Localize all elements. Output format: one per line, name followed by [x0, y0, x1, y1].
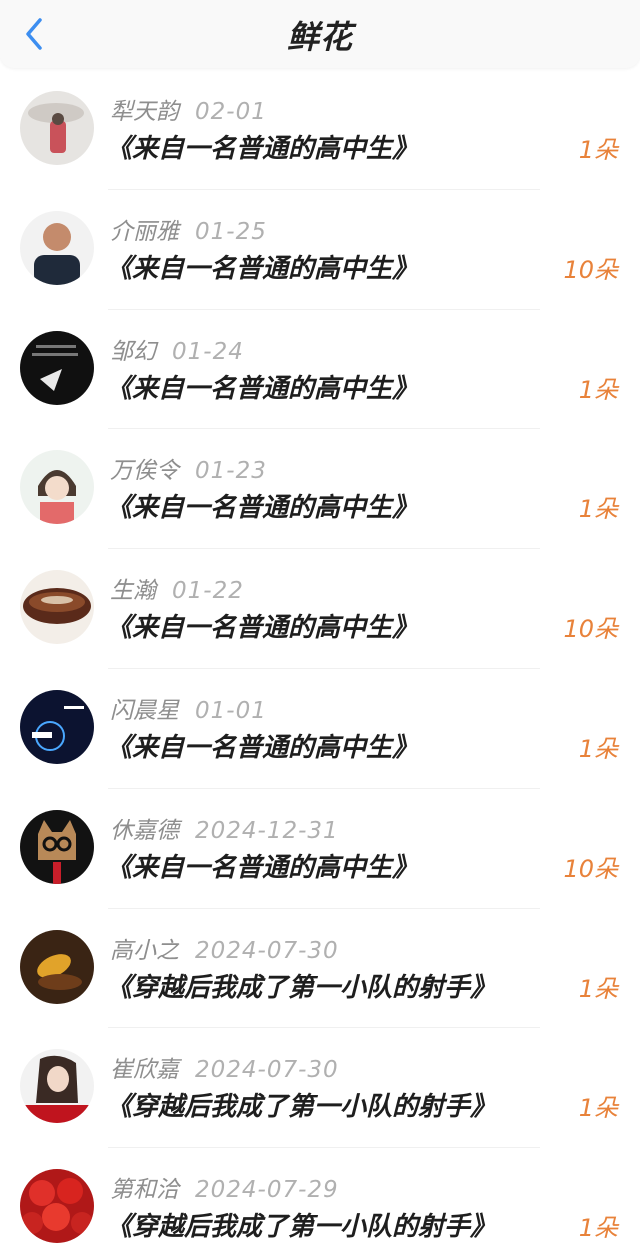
list-item[interactable]: 崔欣嘉 2024-07-30 《穿越后我成了第一小队的射手》 1朵	[0, 1028, 640, 1149]
flower-amount: 10朵	[563, 255, 618, 284]
user-name: 犁天韵	[110, 99, 179, 125]
list-item[interactable]: 闪晨星 01-01 《来自一名普通的高中生》 1朵	[0, 669, 640, 789]
list-item[interactable]: 邹幻 01-24 《来自一名普通的高中生》 1朵	[0, 310, 640, 430]
list-item[interactable]: 介丽雅 01-25 《来自一名普通的高中生》 10朵	[0, 190, 640, 310]
book-title: 《来自一名普通的高中生》	[106, 253, 419, 284]
book-title: 《穿越后我成了第一小队的射手》	[106, 1212, 497, 1243]
flower-amount: 1朵	[578, 136, 618, 164]
user-name: 崔欣嘉	[110, 1057, 179, 1084]
flower-amount: 10朵	[563, 854, 618, 883]
app-screen: 鲜花 犁天韵 02-01 《来自一名普通的高中生》 1朵 介丽雅 01-25 《…	[0, 0, 640, 1244]
book-title: 《穿越后我成了第一小队的射手》	[106, 972, 497, 1003]
avatar	[20, 450, 94, 525]
book-title: 《来自一名普通的高中生》	[106, 373, 419, 404]
avatar	[20, 689, 94, 764]
user-name: 高小之	[110, 937, 179, 964]
list-item[interactable]: 万俟令 01-23 《来自一名普通的高中生》 1朵	[0, 429, 640, 550]
date-text: 2024-07-30	[195, 937, 339, 964]
user-name: 闪晨星	[110, 697, 179, 724]
avatar	[20, 1169, 94, 1244]
avatar	[20, 570, 94, 645]
flower-amount: 1朵	[578, 734, 618, 763]
list-item[interactable]: 休嘉德 2024-12-31 《来自一名普通的高中生》 10朵	[0, 789, 640, 909]
book-title: 《来自一名普通的高中生》	[106, 613, 419, 644]
book-title: 《来自一名普通的高中生》	[106, 493, 419, 524]
page-title: 鲜花	[286, 18, 353, 56]
date-text: 02-01	[195, 99, 267, 125]
date-text: 01-23	[195, 458, 267, 485]
avatar	[20, 330, 94, 405]
date-text: 2024-07-30	[195, 1057, 339, 1084]
user-name: 生瀚	[110, 578, 156, 605]
list-item[interactable]: 生瀚 01-22 《来自一名普通的高中生》 10朵	[0, 549, 640, 669]
flower-amount: 1朵	[578, 1214, 618, 1243]
date-text: 01-01	[195, 697, 267, 724]
flower-amount: 1朵	[578, 495, 618, 524]
flower-amount: 1朵	[578, 375, 618, 404]
date-text: 2024-07-29	[195, 1177, 339, 1204]
avatar	[20, 1049, 94, 1124]
list-item[interactable]: 第和洽 2024-07-29 《穿越后我成了第一小队的射手》 1朵	[0, 1148, 640, 1244]
flower-amount: 1朵	[578, 1094, 618, 1123]
book-title: 《来自一名普通的高中生》	[106, 134, 419, 164]
date-text: 01-24	[172, 338, 244, 365]
user-name: 万俟令	[110, 458, 179, 485]
list-item[interactable]: 犁天韵 02-01 《来自一名普通的高中生》 1朵	[0, 70, 640, 190]
avatar	[20, 809, 94, 884]
avatar	[20, 210, 94, 285]
book-title: 《来自一名普通的高中生》	[106, 852, 419, 883]
list-item[interactable]: 高小之 2024-07-30 《穿越后我成了第一小队的射手》 1朵	[0, 909, 640, 1029]
avatar	[20, 929, 94, 1004]
top-bar: 鲜花	[0, 0, 640, 68]
user-name: 第和洽	[110, 1177, 179, 1204]
user-name: 邹幻	[110, 338, 156, 365]
book-title: 《穿越后我成了第一小队的射手》	[106, 1092, 497, 1123]
book-title: 《来自一名普通的高中生》	[106, 732, 419, 763]
flower-amount: 10朵	[563, 615, 618, 644]
date-text: 2024-12-31	[195, 817, 339, 844]
user-name: 休嘉德	[110, 817, 179, 844]
date-text: 01-25	[195, 218, 267, 245]
flower-amount: 1朵	[578, 974, 618, 1003]
flower-list: 犁天韵 02-01 《来自一名普通的高中生》 1朵 介丽雅 01-25 《来自一名普…	[0, 70, 640, 1244]
date-text: 01-22	[172, 578, 244, 605]
user-name: 介丽雅	[110, 218, 179, 245]
avatar	[20, 91, 94, 165]
